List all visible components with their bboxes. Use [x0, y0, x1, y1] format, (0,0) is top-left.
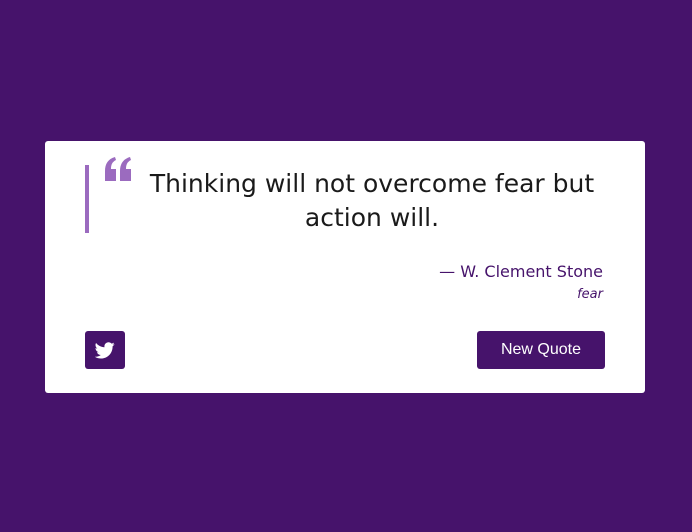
new-quote-button[interactable]: New Quote	[477, 331, 605, 369]
quote-accent-bar	[85, 165, 89, 233]
quote-text: Thinking will not overcome fear but acti…	[149, 169, 595, 232]
quote-author: — W. Clement Stone	[439, 262, 603, 281]
quote-tag: fear	[577, 287, 603, 302]
twitter-icon	[95, 341, 115, 358]
quote-box: Thinking will not overcome fear but acti…	[45, 141, 645, 393]
quote-mark-icon	[105, 157, 131, 181]
tweet-button[interactable]	[85, 331, 125, 369]
